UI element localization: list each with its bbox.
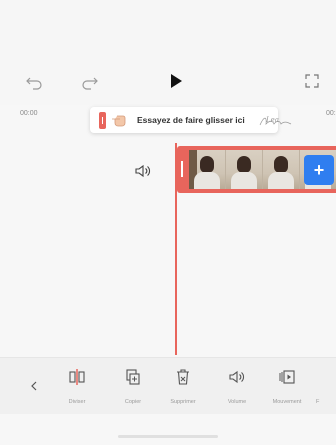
hand-pointer-icon	[112, 115, 126, 127]
more-tool-button[interactable]: F	[316, 368, 336, 408]
handwriting-text: Lea	[265, 116, 279, 124]
plus-icon: +	[313, 159, 325, 180]
add-clip-button[interactable]: +	[304, 155, 334, 185]
editor-screen: 00:00 00: Essayez de faire glisser ici L…	[0, 0, 336, 445]
motion-button[interactable]: Mouvement	[267, 368, 307, 408]
copy-label: Copier	[124, 399, 142, 405]
speaker-icon[interactable]	[134, 163, 152, 179]
clip-trim-handle[interactable]	[181, 161, 183, 177]
motion-icon	[279, 370, 295, 384]
time-start-label: 00:00	[20, 110, 38, 117]
volume-button[interactable]: Volume	[217, 368, 257, 408]
delete-button[interactable]: Supprimer	[163, 368, 203, 408]
redo-button[interactable]	[78, 72, 100, 92]
drag-hint-text: Essayez de faire glisser ici	[137, 115, 245, 125]
clip-thumbnail	[263, 150, 300, 189]
home-indicator	[118, 435, 218, 438]
play-button[interactable]	[166, 71, 186, 91]
time-end-label: 00:	[326, 110, 336, 117]
volume-icon	[229, 370, 244, 384]
split-icon	[69, 369, 85, 385]
delete-label: Supprimer	[170, 399, 196, 405]
chevron-left-icon	[31, 381, 37, 391]
toolbar-back-button[interactable]	[22, 376, 46, 396]
fullscreen-button[interactable]	[302, 71, 322, 91]
copy-icon	[126, 369, 140, 385]
more-tool-label: F	[316, 399, 320, 405]
clip-thumbnail	[189, 150, 226, 189]
undo-icon	[26, 77, 42, 90]
volume-label: Volume	[227, 399, 247, 405]
clip-thumbnail	[226, 150, 263, 189]
undo-button[interactable]	[24, 72, 46, 92]
handwriting-scribble: Lea	[259, 116, 292, 126]
copy-button[interactable]: Copier	[113, 368, 153, 408]
motion-label: Mouvement	[272, 399, 302, 405]
clip-handle-icon	[99, 112, 106, 129]
drag-hint-tooltip: Essayez de faire glisser ici	[90, 107, 278, 133]
split-label: Diviser	[68, 399, 86, 405]
split-button[interactable]: Diviser	[57, 368, 97, 408]
timeline-area[interactable]	[0, 105, 336, 357]
play-icon	[171, 74, 182, 88]
trash-icon	[177, 369, 189, 385]
fullscreen-icon	[305, 74, 319, 88]
redo-icon	[82, 77, 98, 90]
